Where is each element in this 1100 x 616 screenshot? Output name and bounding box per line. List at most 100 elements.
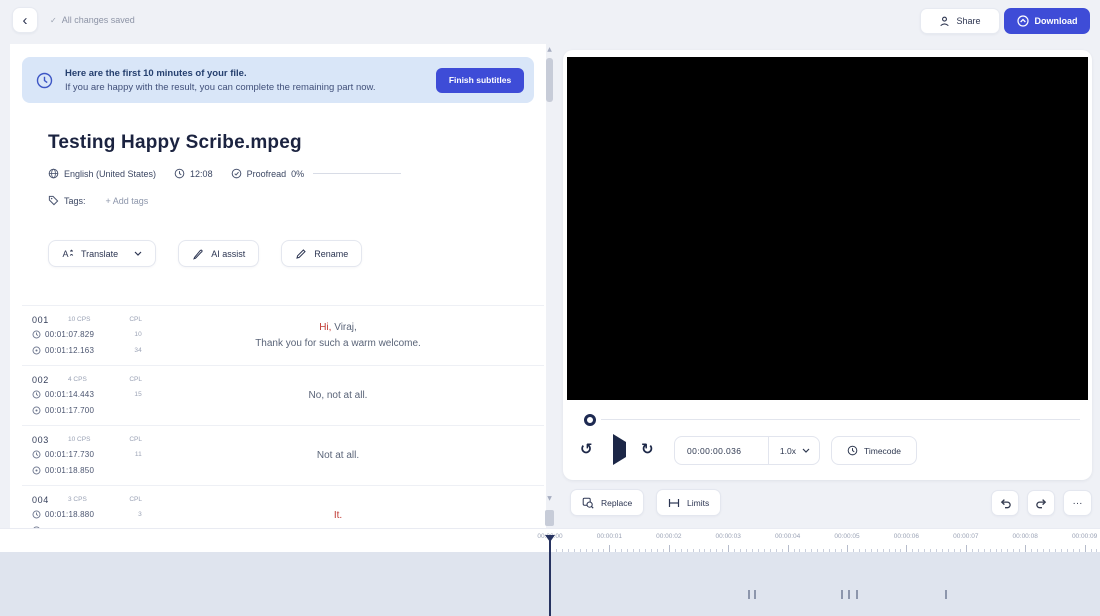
rename-button[interactable]: Rename	[281, 240, 362, 267]
pencil-icon	[295, 248, 307, 260]
subtitle-text[interactable]: No, not at all.	[142, 373, 534, 418]
globe-icon	[48, 168, 59, 179]
subtitle-end-time[interactable]: 00:01:12.163	[45, 346, 94, 355]
subtitle-end-time[interactable]: 00:01:17.700	[45, 406, 94, 415]
scroll-up-icon[interactable]: ▲	[544, 46, 555, 53]
playback-speed-select[interactable]: 1.0x	[769, 446, 819, 456]
subtitle-start-time[interactable]: 00:01:17.730	[45, 450, 94, 459]
download-label: Download	[1035, 16, 1078, 26]
ruler-major-tick	[1085, 545, 1086, 552]
ruler-major-tick	[728, 545, 729, 552]
proofread-value: 0%	[291, 169, 304, 179]
scrollbar-bottom-cap[interactable]	[545, 510, 554, 526]
undo-button[interactable]	[991, 490, 1019, 516]
seek-track[interactable]	[601, 419, 1080, 420]
more-options-button[interactable]: ···	[1063, 490, 1092, 516]
translate-button[interactable]: A Translate	[48, 240, 156, 267]
replace-label: Replace	[601, 498, 632, 508]
current-time-field[interactable]: 00:00:00.036	[675, 446, 768, 456]
subtitle-start-time[interactable]: 00:01:07.829	[45, 330, 94, 339]
translate-icon: A	[62, 248, 74, 260]
timeline-label: 00:00:04	[775, 533, 800, 540]
file-title: Testing Happy Scribe.mpeg	[48, 132, 302, 154]
limits-label: Limits	[687, 498, 709, 508]
subtitle-text[interactable]: Hi, Viraj,Thank you for such a warm welc…	[142, 313, 534, 358]
trial-banner: Here are the first 10 minutes of your fi…	[22, 57, 534, 103]
ruler-major-tick	[847, 545, 848, 552]
subtitle-row[interactable]: 004 3 CPS CPL 00:01:18.880 3	[22, 486, 544, 528]
ruler-major-tick	[788, 545, 789, 552]
subtitle-start-time[interactable]: 00:01:14.443	[45, 390, 94, 399]
timeline-label: 00:00:05	[834, 533, 859, 540]
share-button[interactable]: Share	[920, 8, 1000, 34]
proofread-label: Proofread	[247, 169, 287, 179]
start-time-icon	[32, 330, 41, 339]
start-time-icon	[32, 510, 41, 519]
subtitle-row[interactable]: 002 4 CPS CPL 00:01:14.443 15 00:01:17.7…	[22, 366, 544, 426]
timecode-button[interactable]: Timecode	[831, 436, 917, 465]
play-icon	[613, 434, 626, 465]
cpl-header: CPL	[129, 436, 142, 443]
download-button[interactable]: Download	[1004, 8, 1090, 34]
redo-button[interactable]	[1027, 490, 1055, 516]
share-person-icon	[939, 16, 950, 27]
seek-knob[interactable]	[584, 414, 596, 426]
forward-icon: ↻	[641, 440, 654, 458]
waveform-mark	[945, 590, 947, 599]
subtitle-start-time[interactable]: 00:01:18.880	[45, 510, 94, 519]
subtitle-line: Not at all.	[317, 448, 359, 464]
proofread-meta: Proofread 0%	[231, 168, 402, 179]
ai-assist-button[interactable]: AI assist	[178, 240, 259, 267]
playhead-line[interactable]	[549, 540, 551, 616]
scroll-down-icon[interactable]: ▼	[544, 495, 555, 502]
subtitle-text[interactable]: Not at all.	[142, 433, 534, 478]
subtitle-line: It.	[334, 508, 342, 524]
cpl-header: CPL	[129, 376, 142, 383]
chevron-down-icon	[134, 251, 142, 256]
proofread-progress-bar	[313, 173, 401, 174]
scrollbar-thumb[interactable]	[546, 58, 553, 102]
timeline-label: 00:00:01	[597, 533, 622, 540]
back-button[interactable]: ‹	[12, 7, 38, 33]
save-status-label: All changes saved	[62, 15, 135, 25]
timeline-label: 00:00:06	[894, 533, 919, 540]
save-status: ✓ All changes saved	[50, 15, 135, 25]
add-tags-button[interactable]: + Add tags	[106, 196, 149, 206]
waveform-mark	[754, 590, 756, 599]
timecode-clock-icon	[847, 445, 858, 456]
cpl-value: 10	[134, 331, 142, 338]
timeline-label: 00:00:08	[1013, 533, 1038, 540]
end-time-icon	[32, 406, 41, 415]
waveform-mark	[856, 590, 858, 599]
subtitle-line: Hi, Viraj,	[319, 320, 357, 336]
play-button[interactable]	[613, 442, 626, 457]
subtitle-number: 004	[32, 495, 68, 505]
banner-text: Here are the first 10 minutes of your fi…	[65, 68, 436, 93]
ruler-major-tick	[906, 545, 907, 552]
video-player[interactable]	[567, 57, 1088, 400]
forward-button[interactable]: ↻	[641, 440, 654, 458]
share-label: Share	[956, 16, 980, 26]
undo-icon	[999, 497, 1012, 510]
rewind-button[interactable]: ↺	[580, 440, 593, 458]
subtitle-row[interactable]: 001 10 CPS CPL 00:01:07.829 10 00:01:12.…	[22, 305, 544, 366]
file-meta-row: English (United States) 12:08 Proofread …	[48, 168, 419, 179]
subtitle-text[interactable]: It.	[142, 493, 534, 528]
clock-icon	[36, 72, 53, 89]
subtitle-meta: 002 4 CPS CPL 00:01:14.443 15 00:01:17.7…	[32, 373, 142, 418]
timeline-label: 00:00:03	[716, 533, 741, 540]
finish-subtitles-button[interactable]: Finish subtitles	[436, 68, 524, 93]
actions-row: A Translate AI assist Rename	[48, 240, 362, 267]
subtitle-cps: 10 CPS	[68, 316, 90, 323]
ai-pen-icon	[192, 248, 204, 260]
subtitle-cps: 10 CPS	[68, 436, 90, 443]
waveform-mark	[848, 590, 850, 599]
limits-button[interactable]: Limits	[656, 489, 721, 516]
translate-label: Translate	[81, 249, 118, 259]
svg-text:A: A	[63, 249, 69, 259]
cpl-header: CPL	[129, 316, 142, 323]
replace-button[interactable]: Replace	[570, 489, 644, 516]
banner-heading: Here are the first 10 minutes of your fi…	[65, 68, 436, 79]
subtitle-row[interactable]: 003 10 CPS CPL 00:01:17.730 11 00:01:18.…	[22, 426, 544, 486]
subtitle-end-time[interactable]: 00:01:18.850	[45, 466, 94, 475]
